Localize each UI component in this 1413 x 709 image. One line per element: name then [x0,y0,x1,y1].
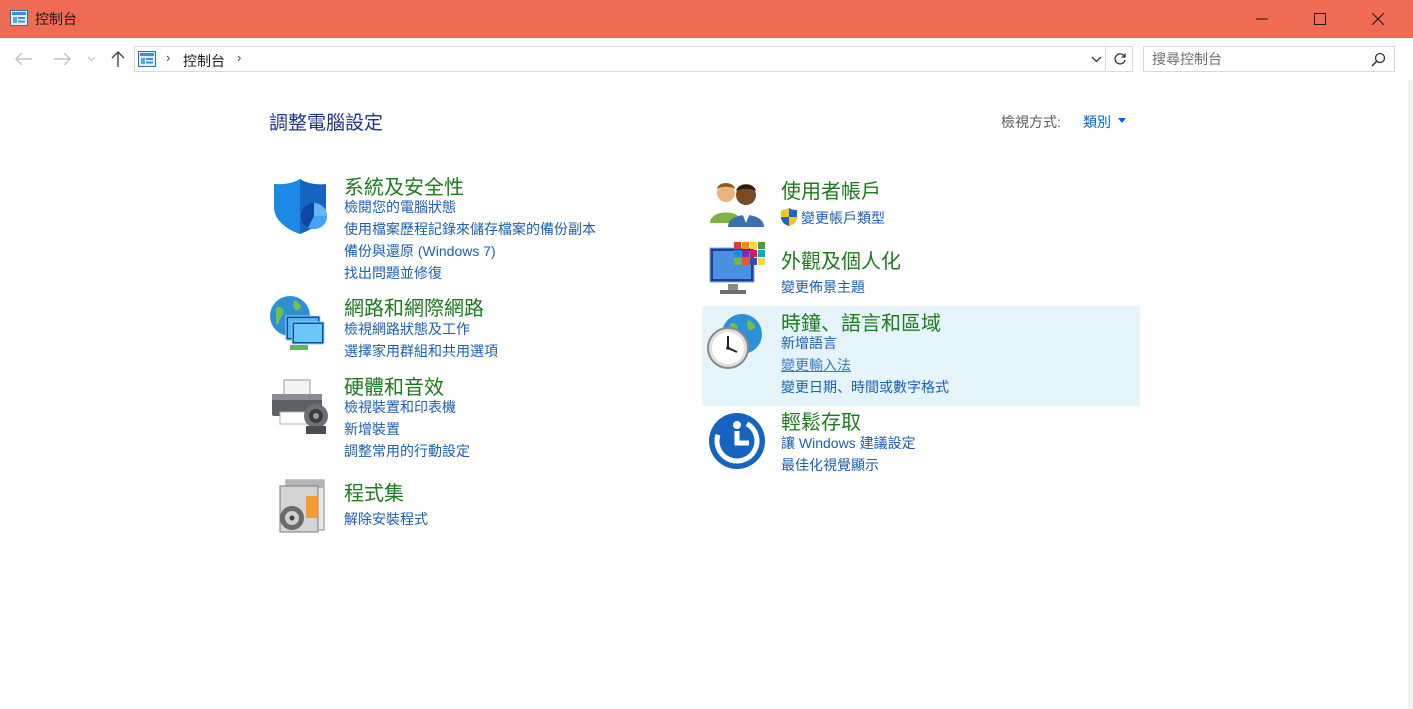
appearance-monitor-icon[interactable] [708,240,768,300]
clock-globe-icon[interactable] [706,312,766,372]
link-file-history-backup[interactable]: 使用檔案歷程記錄來儲存檔案的備份副本 [344,219,596,239]
users-icon[interactable] [708,175,768,235]
category-network-internet[interactable]: 網路和網際網路 [344,292,484,321]
link-add-language[interactable]: 新增語言 [781,333,837,353]
view-by-label: 檢視方式: [1001,114,1061,130]
dropdown-arrow-icon[interactable] [1118,118,1126,123]
link-optimize-visual-display[interactable]: 最佳化視覺顯示 [781,455,879,475]
forward-button[interactable] [50,46,74,72]
chevron-down-icon [1091,56,1101,62]
address-dropdown-button[interactable] [1085,46,1107,72]
link-find-fix-problems[interactable]: 找出問題並修復 [344,263,442,283]
recent-locations-button[interactable] [82,46,100,72]
category-appearance-personalization[interactable]: 外觀及個人化 [781,245,901,274]
link-mobility-settings[interactable]: 調整常用的行動設定 [344,441,470,461]
address-bar[interactable]: › 控制台 › [134,46,1106,72]
close-icon [1372,13,1384,25]
link-review-computer-status[interactable]: 檢閱您的電腦狀態 [344,197,456,217]
title-bar: 控制台 [0,0,1413,38]
chevron-down-icon [87,56,95,62]
link-add-device[interactable]: 新增裝置 [344,419,400,439]
link-change-date-time-format[interactable]: 變更日期、時間或數字格式 [781,377,949,397]
category-user-accounts[interactable]: 使用者帳戶 [781,175,881,204]
breadcrumb-control-panel[interactable]: 控制台 [183,51,225,71]
link-uninstall-program[interactable]: 解除安裝程式 [344,509,428,529]
category-system-security[interactable]: 系統及安全性 [344,171,464,200]
view-by-dropdown[interactable]: 類別 [1083,112,1111,132]
control-panel-icon [138,51,156,67]
up-button[interactable] [106,46,130,72]
window-title: 控制台 [35,11,77,27]
search-icon[interactable] [1371,52,1386,67]
arrow-up-icon [111,51,125,67]
link-let-windows-suggest-settings[interactable]: 讓 Windows 建議設定 [781,433,916,453]
printer-icon[interactable] [270,376,330,436]
ease-of-access-icon[interactable] [707,411,767,471]
close-button[interactable] [1349,0,1407,38]
refresh-button[interactable] [1107,46,1133,72]
arrow-right-icon [54,52,71,66]
uac-shield-icon [781,208,797,226]
maximize-icon [1314,13,1326,25]
link-change-account-type[interactable]: 變更帳戶類型 [801,208,885,228]
link-network-status[interactable]: 檢視網路狀態及工作 [344,319,470,339]
search-box[interactable] [1143,46,1395,72]
breadcrumb-chevron-icon[interactable]: › [237,50,241,65]
link-change-input-method[interactable]: 變更輸入法 [781,355,851,375]
arrow-left-icon [15,52,32,66]
breadcrumb-chevron-icon[interactable]: › [166,50,170,65]
navigation-bar: › 控制台 › [0,38,1413,80]
shield-icon[interactable] [270,176,330,236]
page-title: 調整電腦設定 [269,113,384,134]
network-globe-icon[interactable] [268,294,328,354]
link-devices-printers[interactable]: 檢視裝置和印表機 [344,397,456,417]
link-homegroup-sharing[interactable]: 選擇家用群組和共用選項 [344,341,498,361]
category-programs[interactable]: 程式集 [344,477,404,506]
control-panel-icon [10,10,28,26]
search-input[interactable] [1152,50,1362,68]
link-backup-restore[interactable]: 備份與還原 (Windows 7) [344,241,496,261]
maximize-button[interactable] [1291,0,1349,38]
category-clock-language-region[interactable]: 時鐘、語言和區域 [781,307,941,336]
minimize-icon [1256,18,1268,20]
link-change-theme[interactable]: 變更佈景主題 [781,277,865,297]
back-button[interactable] [12,46,36,72]
category-hardware-sound[interactable]: 硬體和音效 [344,371,444,400]
scrollbar[interactable] [1408,80,1413,709]
programs-icon[interactable] [272,476,332,536]
refresh-icon [1113,53,1126,65]
category-ease-of-access[interactable]: 輕鬆存取 [781,406,861,435]
minimize-button[interactable] [1233,0,1291,38]
